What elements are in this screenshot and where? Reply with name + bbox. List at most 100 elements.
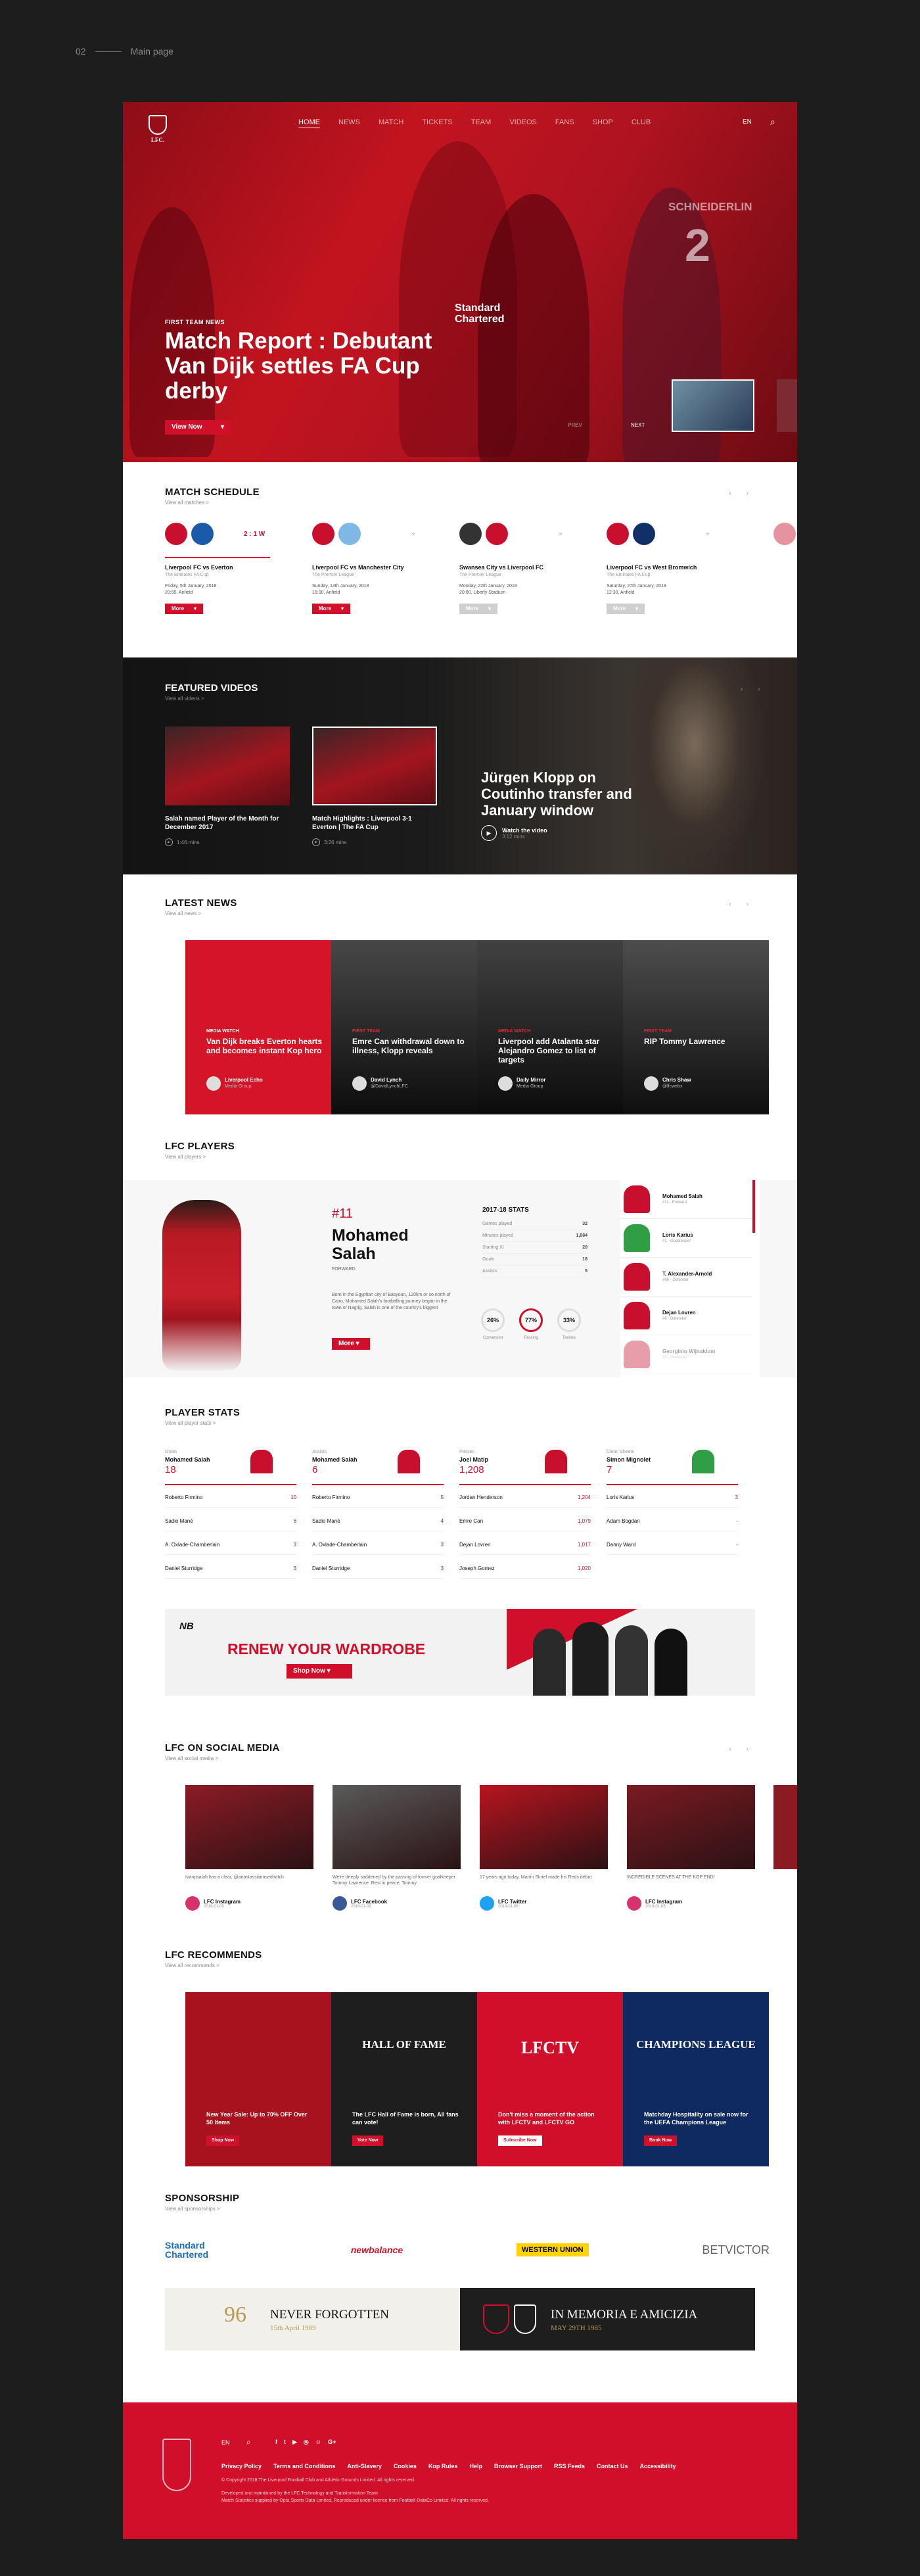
hero-thumbnail-peek[interactable]: [777, 379, 797, 432]
chevron-down-icon[interactable]: ⌄: [411, 529, 416, 537]
hero-prev[interactable]: PREV: [568, 422, 582, 428]
stat-row[interactable]: Daniel Sturridge 3: [165, 1565, 296, 1579]
match-more-button[interactable]: More ▾: [312, 604, 350, 614]
player-more-button[interactable]: More ▾: [332, 1338, 370, 1350]
stat-row[interactable]: Jordan Henderson 1,204: [459, 1494, 591, 1508]
news-card[interactable]: MEDIA WATCH Van Dijk breaks Everton heart…: [185, 940, 331, 1114]
stat-row[interactable]: Sadio Mané 6: [165, 1518, 296, 1531]
footer-link[interactable]: Accessibility: [640, 2463, 676, 2469]
match-card-peek[interactable]: [773, 523, 797, 621]
stat-row[interactable]: A. Oxlade-Chamberlain 3: [165, 1542, 296, 1555]
stat-row[interactable]: Adam Bogdan -: [607, 1518, 738, 1531]
social-card[interactable]: 17 years ago today, Martin Skrtel made h…: [480, 1785, 608, 1923]
schedule-arrows[interactable]: ‹ ›: [729, 490, 755, 497]
stat-row[interactable]: Emre Can 1,079: [459, 1518, 591, 1531]
stat-row[interactable]: Danny Ward -: [607, 1542, 738, 1555]
recommend-card[interactable]: LFCTV Don't miss a moment of the action w…: [477, 1992, 623, 2166]
nav-item[interactable]: HOME: [298, 118, 320, 128]
match-more-button[interactable]: More ▾: [607, 604, 645, 614]
snapchat-icon[interactable]: ☺: [315, 2439, 321, 2446]
nav-item[interactable]: VIDEOS: [509, 118, 537, 128]
search-icon[interactable]: ⌕: [246, 2437, 251, 2447]
video-card[interactable]: Salah named Player of the Month for Dece…: [165, 727, 293, 858]
footer-link[interactable]: Cookies: [394, 2463, 417, 2469]
twitter-icon[interactable]: t: [284, 2439, 286, 2446]
stat-leader[interactable]: Mohamed Salah: [165, 1456, 210, 1463]
player-list-item[interactable]: Dejan Lovren #6 · Defender: [620, 1297, 752, 1335]
stat-leader[interactable]: Joel Matip: [459, 1456, 488, 1463]
recommend-button[interactable]: Subscribe Now: [498, 2135, 542, 2146]
feature-video-cta[interactable]: ▶ Watch the video 3:12 mins: [481, 825, 547, 841]
nav-item[interactable]: FANS: [555, 118, 574, 128]
feature-video-title[interactable]: Jürgen Klopp on Coutinho transfer and Ja…: [481, 769, 639, 819]
match-card[interactable]: 2 : 1 W Liverpool FC vs Everton The Emirat…: [165, 523, 296, 621]
match-card[interactable]: ⌄ Liverpool FC vs West Bromwich The Emirat…: [607, 523, 738, 621]
news-arrows[interactable]: ‹ ›: [729, 901, 755, 908]
memorial-left[interactable]: 96 NEVER FORGOTTEN 15th April 1989: [165, 2288, 460, 2350]
match-more-button[interactable]: More ▾: [459, 604, 497, 614]
schedule-link[interactable]: View all matches >: [165, 500, 209, 506]
social-arrows[interactable]: ‹ ›: [729, 1746, 755, 1753]
social-card-peek[interactable]: [773, 1785, 797, 1869]
videos-arrows[interactable]: ‹ ›: [741, 686, 766, 693]
nav-item[interactable]: TICKETS: [422, 118, 452, 128]
social-card[interactable]: We're deeply saddened by the passing of …: [333, 1785, 461, 1923]
player-list-item[interactable]: Georginio Wijnaldum #5 · Midfielder: [620, 1335, 752, 1374]
stat-leader[interactable]: Simon Mignolet: [607, 1456, 651, 1463]
stat-row[interactable]: Sadio Mané 4: [312, 1518, 444, 1531]
hero-view-button[interactable]: View Now ▾: [165, 420, 231, 435]
youtube-icon[interactable]: ▶: [292, 2439, 297, 2446]
match-more-button[interactable]: More ▾: [165, 604, 203, 614]
footer-link[interactable]: Terms and Conditions: [273, 2463, 335, 2469]
player-list-item[interactable]: T. Alexander-Arnold #66 · Defender: [620, 1258, 752, 1297]
promo-button[interactable]: Shop Now ▾: [287, 1664, 352, 1679]
sponsor-western-union[interactable]: WESTERN UNION: [517, 2243, 589, 2256]
stat-row[interactable]: Roberto Firmino 10: [165, 1494, 296, 1508]
language-select[interactable]: EN: [743, 118, 752, 126]
scrollbar[interactable]: [752, 1180, 755, 1233]
footer-link[interactable]: Browser Support: [494, 2463, 542, 2469]
match-card[interactable]: ⌄ Liverpool FC vs Manchester City The Prem…: [312, 523, 444, 621]
stat-row[interactable]: Roberto Firmino 5: [312, 1494, 444, 1508]
sponsor-betvictor[interactable]: BETVICTOR: [702, 2243, 770, 2257]
footer-link[interactable]: RSS Feeds: [554, 2463, 585, 2469]
social-link[interactable]: View all social media >: [165, 1755, 218, 1761]
footer-link[interactable]: Help: [469, 2463, 482, 2469]
match-card[interactable]: ⌄ Swansea City vs Liverpool FC The Premier…: [459, 523, 591, 621]
nav-item[interactable]: MATCH: [379, 118, 403, 128]
stat-row[interactable]: Daniel Sturridge 3: [312, 1565, 444, 1579]
news-card[interactable]: FIRST TEAM RIP Tommy Lawrence Chris Shaw @l…: [623, 940, 769, 1114]
chevron-down-icon[interactable]: ⌄: [558, 529, 563, 537]
players-link[interactable]: View all players >: [165, 1154, 206, 1160]
hero-next-thumbnail[interactable]: [672, 379, 754, 432]
recommend-button[interactable]: Shop Now: [206, 2135, 240, 2146]
footer-link[interactable]: Privacy Policy: [221, 2463, 262, 2469]
news-card[interactable]: FIRST TEAM Emre Can withdrawal down to il…: [331, 940, 477, 1114]
sponsor-link[interactable]: View all sponsorships >: [165, 2206, 220, 2212]
nav-item[interactable]: CLUB: [632, 118, 651, 128]
chevron-down-icon[interactable]: ⌄: [705, 529, 710, 537]
stat-row[interactable]: Loris Karius 3: [607, 1494, 738, 1508]
stat-leader[interactable]: Mohamed Salah: [312, 1456, 357, 1463]
nav-item[interactable]: NEWS: [338, 118, 360, 128]
footer-language[interactable]: EN: [221, 2439, 230, 2446]
videos-link[interactable]: View all videos >: [165, 696, 204, 702]
news-card[interactable]: MEDIA WATCH Liverpool add Atalanta star A…: [477, 940, 623, 1114]
stat-row[interactable]: A. Oxlade-Chamberlain 3: [312, 1542, 444, 1555]
nav-item[interactable]: TEAM: [471, 118, 492, 128]
social-card[interactable]: Ivanpsalah has a clear, @anastassilamsed…: [185, 1785, 313, 1923]
news-link[interactable]: View all news >: [165, 911, 201, 917]
hero-next[interactable]: NEXT: [631, 422, 645, 428]
sponsor-newbalance[interactable]: newbalance: [351, 2245, 403, 2255]
recommend-button[interactable]: Book Now: [644, 2135, 678, 2146]
sponsor-standard-chartered[interactable]: Standard Chartered: [165, 2241, 237, 2259]
recommend-card[interactable]: HALL OF FAME The LFC Hall of Fame is born…: [331, 1992, 477, 2166]
player-list-item[interactable]: Loris Karius #1 · Goalkeeper: [620, 1219, 752, 1258]
pstats-link[interactable]: View all player stats >: [165, 1420, 216, 1426]
rec-link[interactable]: View all recommends >: [165, 1963, 219, 1968]
google-plus-icon[interactable]: G+: [328, 2439, 336, 2446]
footer-link[interactable]: Kop Rules: [428, 2463, 458, 2469]
stat-row[interactable]: Joseph Gomez 1,020: [459, 1565, 591, 1579]
footer-link[interactable]: Contact Us: [597, 2463, 628, 2469]
facebook-icon[interactable]: f: [275, 2439, 277, 2446]
